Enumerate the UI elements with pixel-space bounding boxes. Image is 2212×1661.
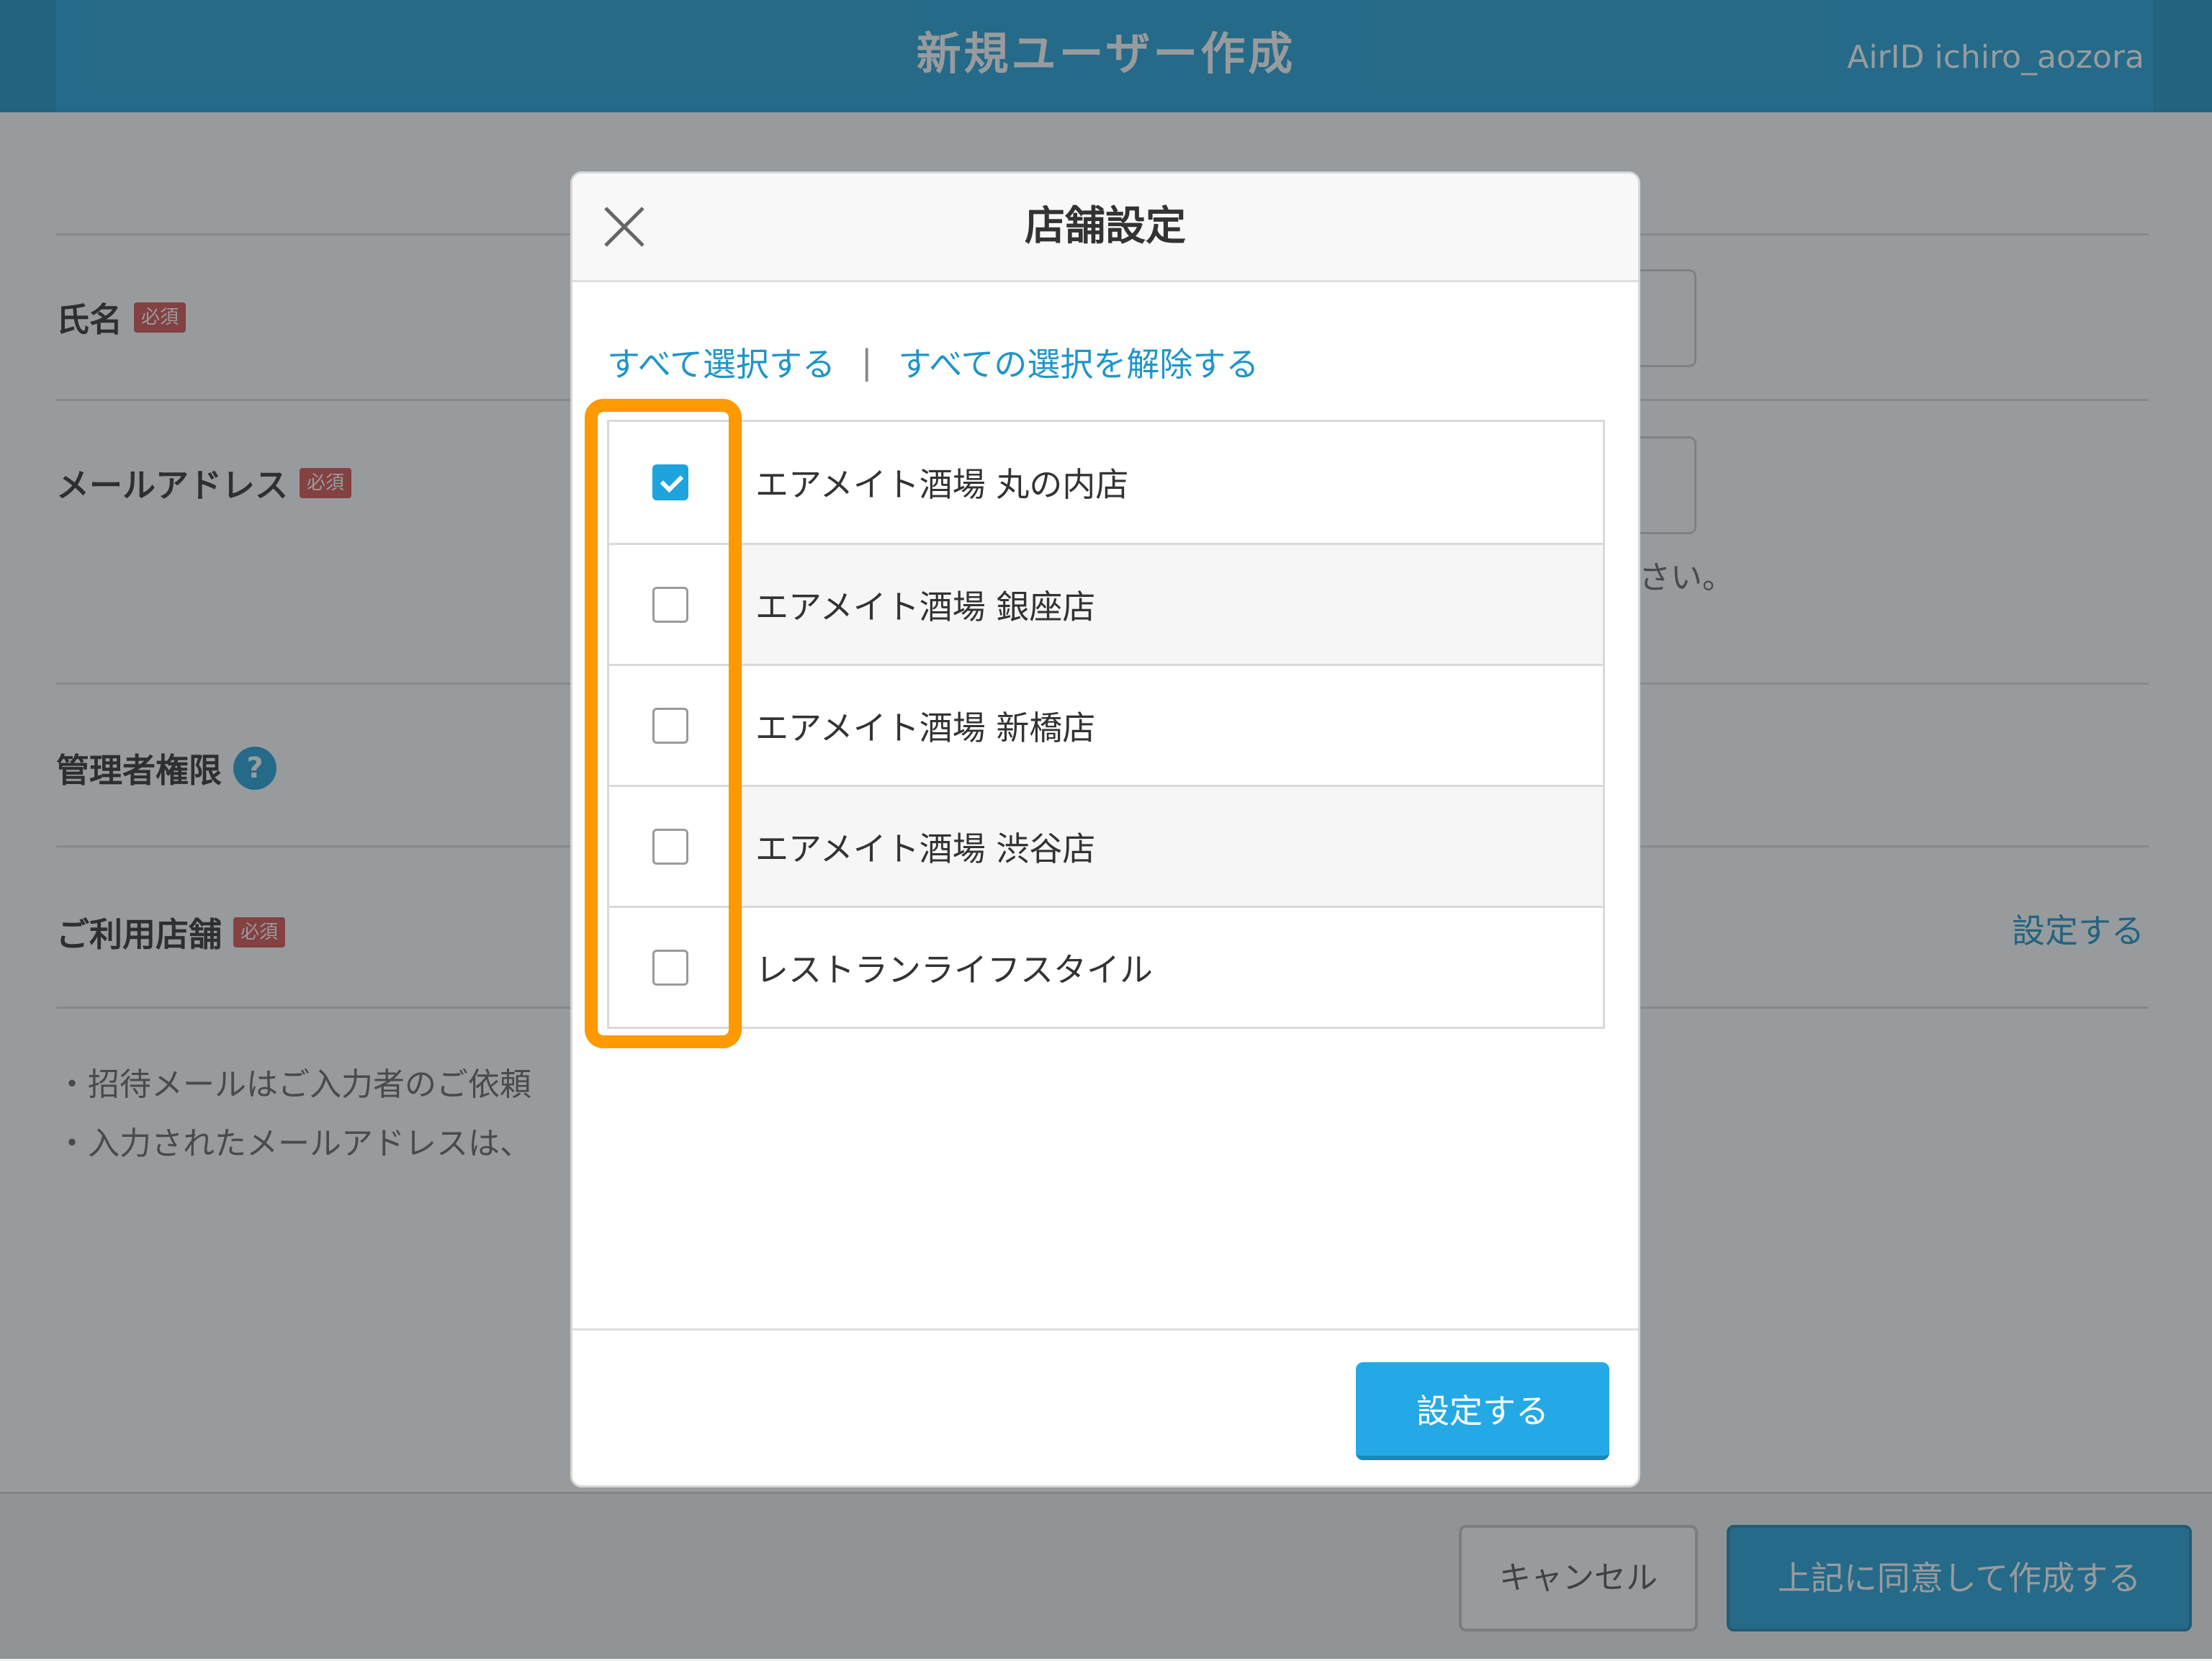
store-checkbox-ginza[interactable]	[652, 586, 688, 623]
store-row-restaurant-lifestyle[interactable]: レストランライフスタイル	[609, 906, 1603, 1027]
store-checkbox-shibuya[interactable]	[652, 828, 688, 865]
modal-title: 店舗設定	[1025, 203, 1186, 250]
modal-footer: 設定する	[572, 1328, 1638, 1485]
store-settings-modal: 店舗設定 すべて選択する | すべての選択を解除する エアメイト酒場 丸の内店 …	[570, 171, 1640, 1487]
link-separator: |	[860, 343, 873, 382]
store-checkbox-marunouchi[interactable]	[652, 464, 688, 500]
checkbox-cell	[609, 787, 734, 906]
store-name: エアメイト酒場 丸の内店	[755, 465, 1129, 504]
store-row-shimbashi[interactable]: エアメイト酒場 新橋店	[609, 664, 1603, 785]
selection-links: すべて選択する | すべての選択を解除する	[607, 326, 1259, 398]
store-name: エアメイト酒場 銀座店	[755, 587, 1096, 626]
store-checkbox-restaurant-lifestyle[interactable]	[652, 949, 688, 986]
deselect-all-link[interactable]: すべての選択を解除する	[898, 338, 1259, 386]
checkbox-cell	[609, 666, 734, 785]
checkbox-cell	[609, 545, 734, 664]
store-checkbox-shimbashi[interactable]	[652, 707, 688, 744]
select-all-link[interactable]: すべて選択する	[607, 338, 835, 386]
store-row-shibuya[interactable]: エアメイト酒場 渋谷店	[609, 785, 1603, 906]
store-name: レストランライフスタイル	[755, 950, 1153, 989]
close-icon	[604, 207, 644, 247]
store-row-ginza[interactable]: エアメイト酒場 銀座店	[609, 543, 1603, 664]
store-name: エアメイト酒場 渋谷店	[755, 829, 1096, 868]
checkbox-cell	[609, 908, 734, 1027]
modal-header: 店舗設定	[572, 174, 1638, 282]
store-row-marunouchi[interactable]: エアメイト酒場 丸の内店	[609, 422, 1603, 543]
store-name: エアメイト酒場 新橋店	[755, 708, 1096, 747]
close-button[interactable]	[598, 201, 650, 253]
checkbox-cell	[609, 422, 734, 543]
confirm-settings-button[interactable]: 設定する	[1356, 1362, 1609, 1460]
store-list: エアメイト酒場 丸の内店 エアメイト酒場 銀座店 エアメイト酒場 新橋店 エアメ…	[607, 420, 1605, 1029]
